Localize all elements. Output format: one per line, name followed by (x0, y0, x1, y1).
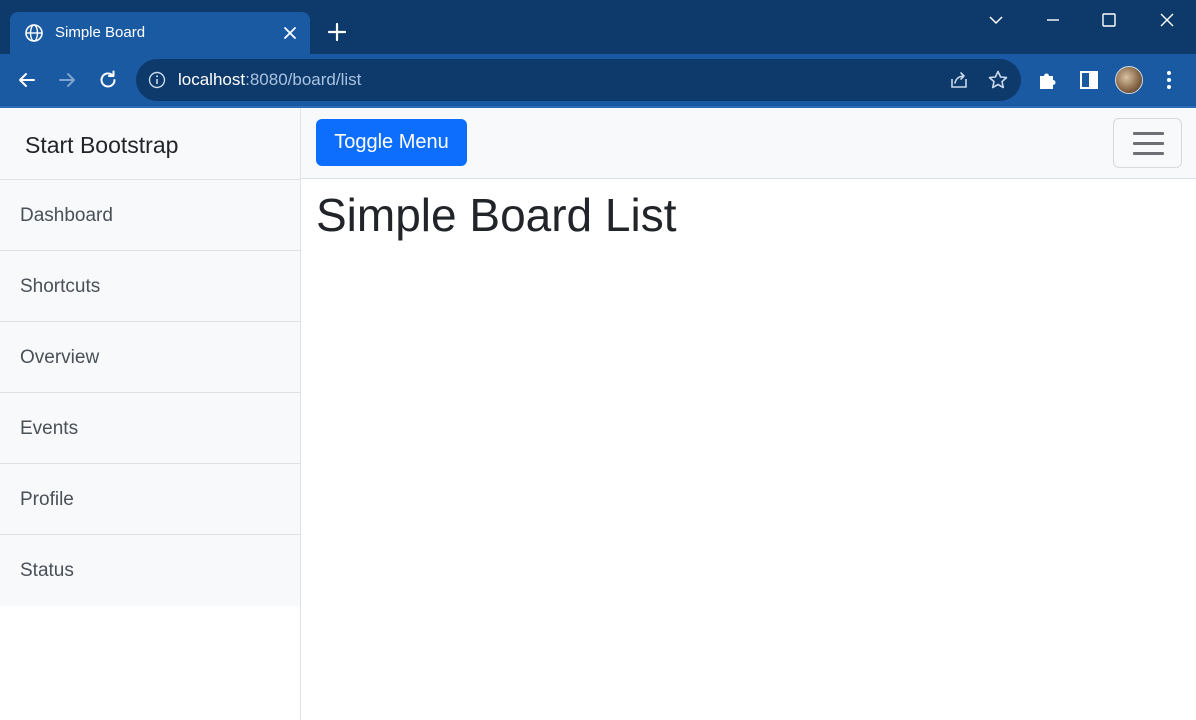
sidebar-item-dashboard[interactable]: Dashboard (0, 180, 300, 251)
sidebar-item-status[interactable]: Status (0, 535, 300, 606)
bookmark-star-icon[interactable] (986, 68, 1010, 92)
tab-search-chevron-icon[interactable] (984, 8, 1008, 32)
reload-icon[interactable] (96, 68, 120, 92)
sidebar-heading: Start Bootstrap (0, 108, 300, 180)
navbar-toggler-button[interactable] (1113, 118, 1182, 168)
url-text[interactable]: localhost:8080/board/list (178, 70, 361, 90)
sidebar: Start Bootstrap Dashboard Shortcuts Over… (0, 108, 301, 720)
sidebar-item-profile[interactable]: Profile (0, 464, 300, 535)
page-title: Simple Board List (316, 189, 677, 241)
address-bar[interactable]: localhost:8080/board/list (136, 59, 1021, 101)
hamburger-icon (1133, 132, 1164, 135)
site-info-icon[interactable] (148, 71, 166, 89)
main-content: Toggle Menu Simple Board List (301, 108, 1196, 720)
window-close-icon[interactable] (1155, 8, 1179, 32)
minimize-icon[interactable] (1041, 8, 1065, 32)
sidebar-item-overview[interactable]: Overview (0, 322, 300, 393)
tab-title: Simple Board (55, 24, 146, 41)
browser-toolbar: localhost:8080/board/list (0, 54, 1196, 106)
back-arrow-icon[interactable] (15, 68, 39, 92)
sidebar-item-events[interactable]: Events (0, 393, 300, 464)
maximize-icon[interactable] (1097, 8, 1121, 32)
close-icon[interactable] (280, 23, 300, 43)
profile-avatar[interactable] (1115, 66, 1143, 94)
browser-titlebar: Simple Board (0, 0, 1196, 54)
share-icon[interactable] (947, 68, 971, 92)
globe-icon (25, 24, 43, 42)
hamburger-icon (1133, 152, 1164, 155)
sidebar-item-shortcuts[interactable]: Shortcuts (0, 251, 300, 322)
new-tab-plus-icon[interactable] (325, 20, 349, 44)
extensions-puzzle-icon[interactable] (1036, 68, 1060, 92)
page: Start Bootstrap Dashboard Shortcuts Over… (0, 108, 1196, 720)
forward-arrow-icon[interactable] (55, 68, 79, 92)
top-navbar: Toggle Menu (301, 108, 1196, 179)
sidebar-list: Dashboard Shortcuts Overview Events Prof… (0, 180, 300, 606)
side-panel-icon[interactable] (1077, 68, 1101, 92)
url-host: localhost (178, 70, 246, 89)
hamburger-icon (1133, 142, 1164, 145)
url-path: :8080/board/list (245, 70, 362, 89)
more-menu-icon[interactable] (1157, 68, 1181, 92)
browser-tab[interactable]: Simple Board (10, 12, 310, 54)
toggle-menu-button[interactable]: Toggle Menu (316, 119, 467, 166)
